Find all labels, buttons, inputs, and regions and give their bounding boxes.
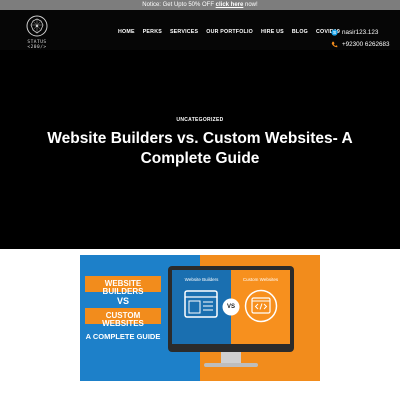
contact-info: S nasir123.123 +92300 6262683 xyxy=(331,26,389,50)
featured-line-3: CUSTOM WEBSITES xyxy=(102,311,144,328)
site-header: STATUS <200/> HOME PERKS SERVICES OUR PO… xyxy=(0,10,400,50)
nav-services[interactable]: SERVICES xyxy=(170,29,198,35)
monitor-illustration: Website Builders Custom Websites VS xyxy=(168,266,294,352)
phone-number: +92300 6262683 xyxy=(342,40,390,48)
code-window-icon xyxy=(244,289,278,323)
phone-icon xyxy=(331,41,338,47)
post-category[interactable]: UNCATEGORIZED xyxy=(0,117,400,123)
screen-right-label: Custom Websites xyxy=(242,277,279,282)
nav-perks[interactable]: PERKS xyxy=(143,29,162,35)
featured-image: WEBSITE BUILDERS VS CUSTOM WEBSITES A CO… xyxy=(80,255,320,381)
notice-bar: Notice: Get Upto 50% OFF click here now! xyxy=(0,0,400,10)
notice-link[interactable]: click here xyxy=(216,2,244,8)
main-nav: HOME PERKS SERVICES OUR PORTFOLIO HIRE U… xyxy=(118,29,348,35)
website-layout-icon xyxy=(184,290,218,318)
monitor-base xyxy=(204,363,258,367)
nav-our-portfolio[interactable]: OUR PORTFOLIO xyxy=(206,29,253,35)
notice-text: Notice: Get Upto 50% OFF xyxy=(142,2,216,8)
nav-blog[interactable]: BLOG xyxy=(292,29,308,35)
nav-home[interactable]: HOME xyxy=(118,29,135,35)
featured-line-4: A COMPLETE GUIDE xyxy=(85,332,161,341)
featured-line-1: WEBSITE BUILDERS xyxy=(102,279,144,296)
skype-contact[interactable]: S nasir123.123 xyxy=(331,26,389,38)
logo-text: STATUS <200/> xyxy=(27,40,47,50)
notice-suffix: now! xyxy=(243,2,258,8)
skype-id: nasir123.123 xyxy=(342,28,379,36)
post-title: Website Builders vs. Custom Websites- A … xyxy=(47,130,353,167)
monitor-screen: Website Builders Custom Websites VS xyxy=(172,270,290,344)
svg-text:S: S xyxy=(333,30,336,35)
nav-hire-us[interactable]: HIRE US xyxy=(261,29,284,35)
screen-vs-label: VS xyxy=(226,304,235,310)
skype-icon: S xyxy=(331,28,338,36)
screen-left-label: Website Builders xyxy=(184,277,219,282)
brain-circuit-icon[interactable] xyxy=(26,15,48,37)
featured-line-2: VS xyxy=(116,296,129,306)
phone-contact[interactable]: +92300 6262683 xyxy=(331,38,389,50)
